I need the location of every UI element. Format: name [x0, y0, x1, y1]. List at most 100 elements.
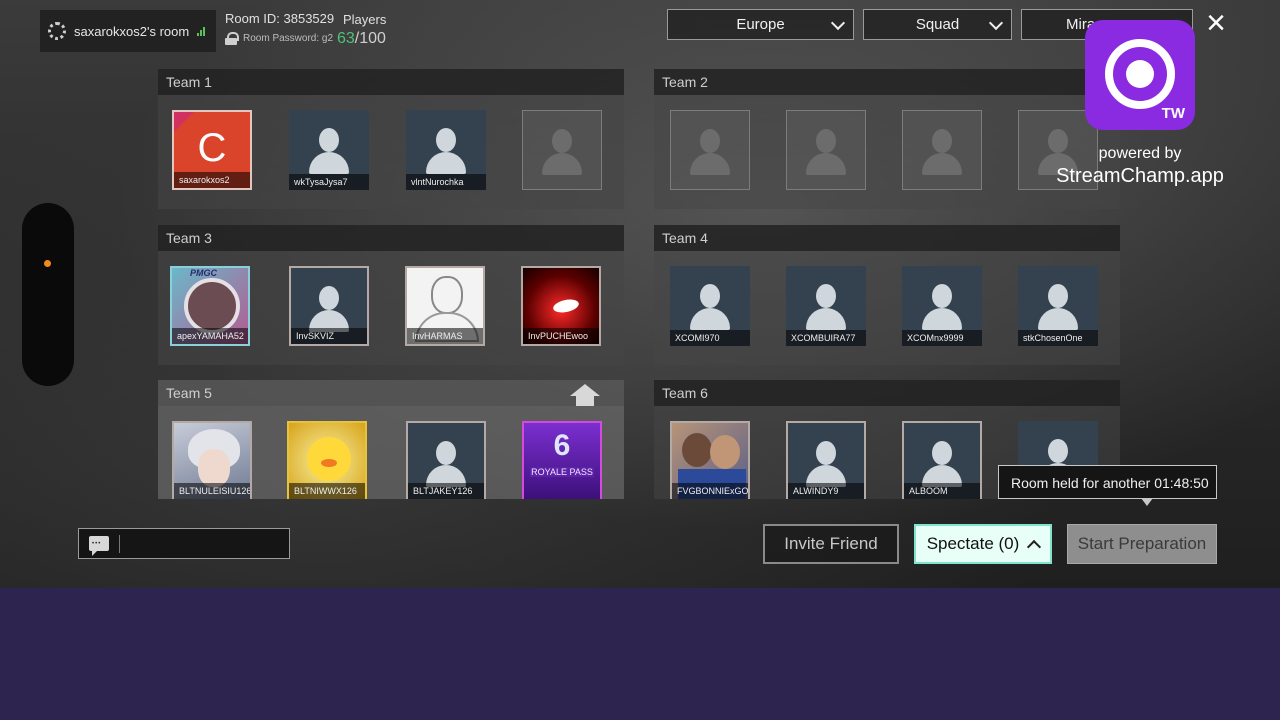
- player-name: vlntNurochka: [406, 174, 486, 190]
- tw-label: TW: [1161, 105, 1185, 122]
- person-icon: [918, 129, 966, 177]
- region-dropdown[interactable]: Europe: [667, 9, 854, 40]
- player-slot[interactable]: C saxarokxos2: [172, 110, 252, 190]
- side-handle[interactable]: [22, 203, 74, 386]
- region-value: Europe: [736, 16, 785, 33]
- mode-dropdown[interactable]: Squad: [863, 9, 1012, 40]
- person-icon: [802, 284, 850, 332]
- avatar: BLTNULEISIU126: [172, 421, 252, 499]
- avatar: stkChosenOne: [1018, 266, 1098, 346]
- player-slot[interactable]: XCOMnx9999: [902, 266, 982, 346]
- avatar-ring: [184, 278, 240, 334]
- players-label: Players: [343, 12, 387, 27]
- person-icon: [422, 128, 470, 176]
- player-name: ALWINDY9: [788, 483, 864, 499]
- photo-person: [682, 433, 712, 467]
- team-panel-2: Team 2: [654, 69, 1120, 209]
- player-slot[interactable]: InvPUCHEwoo: [521, 266, 601, 346]
- person-icon: [802, 129, 850, 177]
- streamchamp-site: StreamChamp.app: [1056, 165, 1224, 187]
- player-name: BLTJAKEY126: [408, 483, 484, 499]
- empty-slot[interactable]: [670, 110, 750, 190]
- player-name: apexYAMAHA52: [172, 328, 248, 344]
- person-icon: [686, 284, 734, 332]
- royale-pass-label: ROYALE PASS: [530, 467, 594, 477]
- room-password-text: Room Password: g2: [243, 33, 334, 44]
- pmgc-tag: PMGC: [190, 268, 217, 278]
- team-title: Team 1: [158, 69, 624, 95]
- gear-icon[interactable]: [48, 22, 66, 40]
- player-slot[interactable]: FVGBONNIExGOO: [670, 421, 750, 499]
- player-name: XCOMBUIRA77: [786, 330, 866, 346]
- anime-face: [198, 449, 230, 487]
- empty-avatar: [670, 110, 750, 190]
- player-name: XCOMnx9999: [902, 330, 982, 346]
- sketch-head: [431, 276, 463, 314]
- team-panel-3: Team 3 PMGC apexYAMAHA52 InvSKVIZ InvHAR…: [158, 225, 624, 365]
- player-slot[interactable]: BLTJAKEY126: [406, 421, 486, 499]
- avatar: InvSKVIZ: [289, 266, 369, 346]
- player-slot[interactable]: ALBOOM: [902, 421, 982, 499]
- player-name: InvSKVIZ: [291, 328, 367, 344]
- player-name: stkChosenOne: [1018, 330, 1098, 346]
- player-slot[interactable]: stkChosenOne: [1018, 266, 1098, 346]
- glowing-eye: [552, 297, 580, 315]
- person-icon: [422, 441, 470, 489]
- room-password: Room Password: g2: [225, 32, 333, 45]
- empty-slot[interactable]: [522, 110, 602, 190]
- room-info[interactable]: saxarokxos2's room: [40, 10, 216, 52]
- close-icon[interactable]: ×: [1200, 6, 1232, 40]
- record-icon: [1105, 39, 1175, 109]
- person-icon: [802, 441, 850, 489]
- player-slot[interactable]: ALWINDY9: [786, 421, 866, 499]
- player-slot[interactable]: wkTysaJysa7: [289, 110, 369, 190]
- player-name: BLTNULEISIU126: [174, 483, 250, 499]
- invite-friend-button[interactable]: Invite Friend: [763, 524, 899, 564]
- player-slot[interactable]: XCOMI970: [670, 266, 750, 346]
- avatar: InvPUCHEwoo: [521, 266, 601, 346]
- player-slot[interactable]: BLTNULEISIU126: [172, 421, 252, 499]
- chevron-up-icon: [1027, 539, 1042, 554]
- team-panel-1: Team 1 C saxarokxos2 wkTysaJysa7 vlntNur…: [158, 69, 624, 209]
- chevron-down-icon: [988, 15, 1004, 31]
- person-icon: [1034, 284, 1082, 332]
- team-title: Team 5: [158, 380, 624, 406]
- avatar: ALWINDY9: [786, 421, 866, 499]
- home-icon: [570, 384, 600, 406]
- player-name: FVGBONNIExGOO: [672, 483, 748, 499]
- avatar: wkTysaJysa7: [289, 110, 369, 190]
- royale-pass-slot[interactable]: 6 ROYALE PASS: [522, 421, 602, 499]
- team-title: Team 4: [654, 225, 1120, 251]
- empty-avatar: [786, 110, 866, 190]
- avatar: BLTNIWWX126: [287, 421, 367, 499]
- empty-avatar: [902, 110, 982, 190]
- signal-icon: [197, 26, 206, 36]
- chevron-down-icon: [830, 15, 846, 31]
- mode-value: Squad: [915, 16, 960, 33]
- person-icon: [918, 441, 966, 489]
- player-slot[interactable]: InvHARMAS: [405, 266, 485, 346]
- player-slot[interactable]: InvSKVIZ: [289, 266, 369, 346]
- bottom-band: [0, 588, 1280, 720]
- spectate-button[interactable]: Spectate (0): [914, 524, 1052, 564]
- room-id: Room ID: 3853529: [225, 11, 335, 26]
- avatar: C saxarokxos2: [172, 110, 252, 190]
- royale-pass-number: 6: [553, 429, 571, 462]
- avatar-letter: C: [197, 126, 227, 170]
- team-title: Team 2: [654, 69, 1120, 95]
- person-icon: [686, 129, 734, 177]
- duck-beak: [321, 459, 337, 467]
- players-total: /100: [354, 30, 386, 47]
- chat-bubble-icon[interactable]: •••: [89, 536, 109, 556]
- empty-slot[interactable]: [902, 110, 982, 190]
- player-name: saxarokxos2: [174, 172, 250, 188]
- avatar: XCOMI970: [670, 266, 750, 346]
- empty-slot[interactable]: [786, 110, 866, 190]
- player-name: InvHARMAS: [407, 328, 483, 344]
- player-slot[interactable]: PMGC apexYAMAHA52: [170, 266, 250, 346]
- player-slot[interactable]: XCOMBUIRA77: [786, 266, 866, 346]
- player-slot[interactable]: vlntNurochka: [406, 110, 486, 190]
- player-slot[interactable]: BLTNIWWX126: [287, 421, 367, 499]
- chat-input[interactable]: •••: [78, 528, 290, 559]
- start-preparation-button[interactable]: Start Preparation: [1067, 524, 1217, 564]
